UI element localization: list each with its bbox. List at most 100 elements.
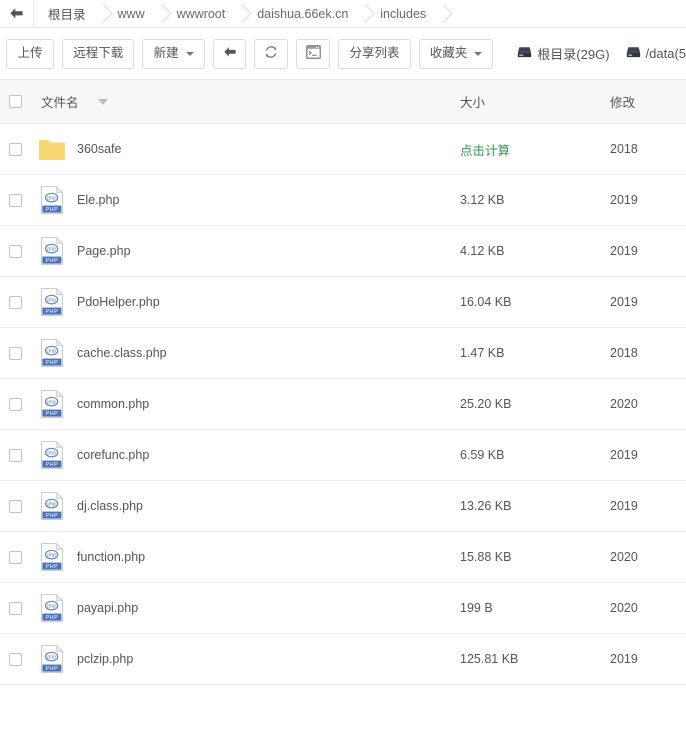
file-name-label[interactable]: common.php xyxy=(77,397,149,411)
row-checkbox[interactable] xyxy=(9,347,22,360)
svg-text:php: php xyxy=(47,501,56,507)
breadcrumb-item-label: www xyxy=(118,7,145,21)
table-row[interactable]: phpPHP pclzip.php 125.81 KB2019 xyxy=(0,634,686,685)
row-checkbox[interactable] xyxy=(9,551,22,564)
row-checkbox[interactable] xyxy=(9,143,22,156)
file-name-label[interactable]: Page.php xyxy=(77,244,131,258)
remote-download-label: 远程下载 xyxy=(73,47,123,60)
file-name-label[interactable]: Ele.php xyxy=(77,193,119,207)
toolbar: 上传 远程下载 新建 xyxy=(0,28,686,80)
php-file-icon[interactable]: phpPHP xyxy=(39,440,65,470)
folder-icon[interactable] xyxy=(39,134,65,164)
refresh-button[interactable] xyxy=(254,39,288,69)
file-modified-label: 2020 xyxy=(610,550,638,564)
breadcrumb-item-2[interactable]: wwwroot xyxy=(163,0,244,27)
file-name-label[interactable]: function.php xyxy=(77,550,145,564)
php-file-icon[interactable]: phpPHP xyxy=(39,389,65,419)
calculate-size-link[interactable]: 点击计算 xyxy=(460,144,510,158)
svg-text:PHP: PHP xyxy=(46,258,59,264)
file-name-label[interactable]: pclzip.php xyxy=(77,652,133,666)
row-select-cell xyxy=(0,296,30,309)
php-file-icon[interactable]: phpPHP xyxy=(39,236,65,266)
file-name-cell: 360safe xyxy=(30,134,460,164)
php-file-icon[interactable]: phpPHP xyxy=(39,287,65,317)
arrow-left-icon xyxy=(223,46,237,61)
favorites-button[interactable]: 收藏夹 xyxy=(419,39,494,69)
svg-text:php: php xyxy=(47,450,56,456)
row-checkbox[interactable] xyxy=(9,449,22,462)
svg-text:php: php xyxy=(47,195,56,201)
row-checkbox[interactable] xyxy=(9,245,22,258)
table-row[interactable]: phpPHP corefunc.php 6.59 KB2019 xyxy=(0,430,686,481)
breadcrumb-item-0[interactable]: 根目录 xyxy=(34,0,104,27)
new-button[interactable]: 新建 xyxy=(142,39,205,69)
file-size-cell: 6.59 KB xyxy=(460,448,610,462)
breadcrumb-item-4[interactable]: includes xyxy=(366,0,444,27)
file-modified-label: 2019 xyxy=(610,295,638,309)
table-row[interactable]: phpPHPdj.class.php13.26 KB2019 xyxy=(0,481,686,532)
file-name-label[interactable]: PdoHelper.php xyxy=(77,295,160,309)
select-all-checkbox[interactable] xyxy=(9,95,22,108)
table-row[interactable]: 360safe点击计算2018 xyxy=(0,124,686,175)
breadcrumb-item-1[interactable]: www xyxy=(104,0,163,27)
disk-indicator-data[interactable]: /data(5 xyxy=(626,46,686,62)
terminal-button[interactable] xyxy=(296,39,330,69)
php-file-icon[interactable]: phpPHP xyxy=(39,644,65,674)
breadcrumb-item-label: includes xyxy=(380,7,426,21)
file-name-label[interactable]: corefunc.php xyxy=(77,448,149,462)
file-size-cell: 125.81 KB xyxy=(460,652,610,666)
share-list-button[interactable]: 分享列表 xyxy=(338,39,410,69)
table-row[interactable]: phpPHPcache.class.php1.47 KB2018 xyxy=(0,328,686,379)
back-button[interactable] xyxy=(213,39,247,69)
row-checkbox[interactable] xyxy=(9,602,22,615)
column-header-name[interactable]: 文件名 xyxy=(30,92,460,111)
row-checkbox[interactable] xyxy=(9,653,22,666)
row-checkbox[interactable] xyxy=(9,194,22,207)
php-file-icon[interactable]: php PHP xyxy=(39,185,65,215)
php-file-icon[interactable]: phpPHP xyxy=(39,593,65,623)
remote-download-button[interactable]: 远程下载 xyxy=(62,39,134,69)
table-row[interactable]: phpPHPPdoHelper.php16.04 KB2019 xyxy=(0,277,686,328)
file-name-cell: phpPHP PdoHelper.php xyxy=(30,287,460,317)
column-header-modified[interactable]: 修改 xyxy=(610,92,686,111)
table-row[interactable]: phpPHPEle.php3.12 KB2019 xyxy=(0,175,686,226)
file-modified-label: 2019 xyxy=(610,652,638,666)
php-file-icon[interactable]: phpPHP xyxy=(39,338,65,368)
table-row[interactable]: phpPHPPage.php4.12 KB2019 xyxy=(0,226,686,277)
upload-button[interactable]: 上传 xyxy=(6,39,54,69)
file-size-label: 3.12 KB xyxy=(460,193,504,207)
file-name-label[interactable]: cache.class.php xyxy=(77,346,167,360)
file-name-cell: phpPHP common.php xyxy=(30,389,460,419)
svg-text:php: php xyxy=(47,348,56,354)
table-row[interactable]: phpPHPcommon.php25.20 KB2020 xyxy=(0,379,686,430)
file-name-cell: phpPHP corefunc.php xyxy=(30,440,460,470)
svg-text:php: php xyxy=(47,603,56,609)
breadcrumb-item-label: daishua.66ek.cn xyxy=(257,7,348,21)
breadcrumb-back-button[interactable] xyxy=(0,0,34,27)
php-file-icon[interactable]: phpPHP xyxy=(39,491,65,521)
table-row[interactable]: phpPHPpayapi.php199 B2020 xyxy=(0,583,686,634)
terminal-icon xyxy=(306,45,321,62)
row-checkbox[interactable] xyxy=(9,398,22,411)
row-select-cell xyxy=(0,449,30,462)
file-name-label[interactable]: dj.class.php xyxy=(77,499,143,513)
file-modified-cell: 2020 xyxy=(610,601,686,615)
file-modified-label: 2019 xyxy=(610,499,638,513)
row-checkbox[interactable] xyxy=(9,296,22,309)
row-checkbox[interactable] xyxy=(9,500,22,513)
breadcrumb-item-3[interactable]: daishua.66ek.cn xyxy=(243,0,366,27)
table-row[interactable]: phpPHPfunction.php15.88 KB2020 xyxy=(0,532,686,583)
file-size-label: 1.47 KB xyxy=(460,346,504,360)
disk-indicator-root[interactable]: 根目录(29G) xyxy=(517,44,609,63)
file-list: 360safe点击计算2018phpPHPEle.php3.12 KB2019p… xyxy=(0,124,686,685)
svg-text:php: php xyxy=(47,399,56,405)
column-header-size[interactable]: 大小 xyxy=(460,92,610,111)
file-size-cell: 25.20 KB xyxy=(460,397,610,411)
file-name-label[interactable]: payapi.php xyxy=(77,601,138,615)
php-file-icon[interactable]: phpPHP xyxy=(39,542,65,572)
select-all-cell xyxy=(0,95,30,108)
file-name-label[interactable]: 360safe xyxy=(77,142,121,156)
file-modified-label: 2019 xyxy=(610,448,638,462)
sort-descending-icon[interactable] xyxy=(98,99,108,105)
svg-text:PHP: PHP xyxy=(46,207,59,213)
